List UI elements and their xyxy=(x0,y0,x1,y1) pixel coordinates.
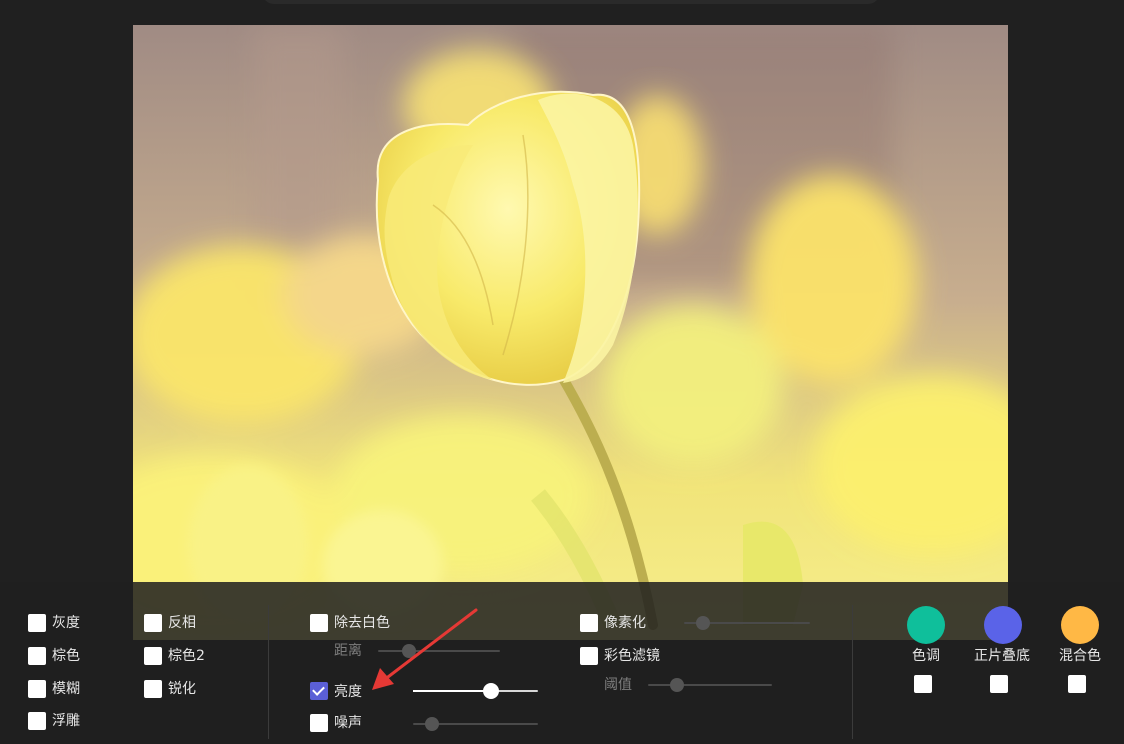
sepia-label: 棕色 xyxy=(52,648,80,664)
preview-image xyxy=(133,25,1008,640)
brightness-checkbox[interactable] xyxy=(310,682,328,700)
blend-label: 混合色 xyxy=(1059,648,1101,664)
pixelate-slider[interactable] xyxy=(684,616,810,630)
divider xyxy=(268,605,269,739)
multiply-color-swatch[interactable] xyxy=(984,606,1022,644)
blend-checkbox[interactable] xyxy=(1068,675,1086,693)
top-toolbar-edge xyxy=(262,0,880,4)
annotation-arrow-icon xyxy=(372,608,478,690)
invert-label: 反相 xyxy=(168,615,196,631)
sepia2-label: 棕色2 xyxy=(168,648,205,664)
noise-slider-thumb[interactable] xyxy=(424,717,439,731)
sharpen-checkbox[interactable] xyxy=(144,680,162,698)
distance-label: 距离 xyxy=(334,643,362,659)
sharpen-label: 锐化 xyxy=(168,681,196,697)
pixelate-checkbox[interactable] xyxy=(580,614,598,632)
divider xyxy=(852,605,853,739)
color-filter-label: 彩色滤镜 xyxy=(604,648,660,664)
emboss-checkbox[interactable] xyxy=(28,712,46,730)
pixelate-label: 像素化 xyxy=(604,615,646,631)
blend-color-swatch[interactable] xyxy=(1061,606,1099,644)
threshold-slider[interactable] xyxy=(648,678,772,692)
threshold-slider-thumb[interactable] xyxy=(669,678,684,692)
invert-checkbox[interactable] xyxy=(144,614,162,632)
noise-label: 噪声 xyxy=(334,715,362,731)
tulip-image xyxy=(133,25,1008,640)
multiply-checkbox[interactable] xyxy=(990,675,1008,693)
tint-label: 色调 xyxy=(912,648,940,664)
grayscale-label: 灰度 xyxy=(52,615,80,631)
brightness-label: 亮度 xyxy=(334,684,362,700)
blur-label: 模糊 xyxy=(52,681,80,697)
grayscale-checkbox[interactable] xyxy=(28,614,46,632)
color-filter-checkbox[interactable] xyxy=(580,647,598,665)
noise-slider[interactable] xyxy=(413,717,538,731)
blur-checkbox[interactable] xyxy=(28,680,46,698)
remove-white-checkbox[interactable] xyxy=(310,614,328,632)
tint-checkbox[interactable] xyxy=(914,675,932,693)
brightness-slider-thumb[interactable] xyxy=(482,683,499,699)
tint-color-swatch[interactable] xyxy=(907,606,945,644)
noise-checkbox[interactable] xyxy=(310,714,328,732)
emboss-label: 浮雕 xyxy=(52,713,80,729)
pixelate-slider-thumb[interactable] xyxy=(695,616,710,630)
sepia-checkbox[interactable] xyxy=(28,647,46,665)
sepia2-checkbox[interactable] xyxy=(144,647,162,665)
multiply-label: 正片叠底 xyxy=(974,648,1030,664)
threshold-label: 阈值 xyxy=(604,677,632,693)
